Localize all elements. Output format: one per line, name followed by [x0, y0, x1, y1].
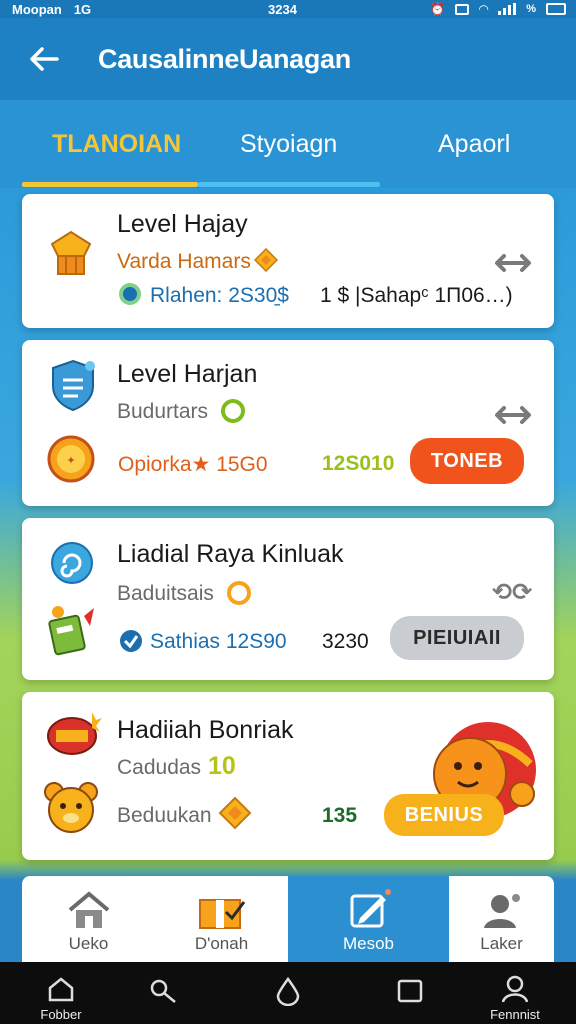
sys-nav-recent[interactable]	[355, 962, 465, 1024]
tab-tlanoian[interactable]: TLANOIAN	[52, 130, 181, 159]
stat-value: Sathias 12S90	[150, 630, 287, 653]
ticket-icon	[48, 606, 94, 656]
claim-button[interactable]: TONEB	[410, 438, 524, 484]
points-value: 3230	[322, 630, 369, 653]
card-subtitle: Varda Hamars	[117, 250, 251, 273]
tab-underline	[198, 182, 380, 187]
home-icon	[68, 891, 109, 928]
battery-icon	[546, 3, 566, 15]
network-text: 1G	[73, 1, 92, 17]
points-value: 135	[322, 804, 358, 827]
diamond-coin-icon	[218, 796, 252, 830]
crown-gem-icon	[50, 230, 92, 275]
check-badge-icon	[119, 283, 141, 305]
nav-item-gift[interactable]: D'onah	[155, 876, 288, 962]
reward-card-3[interactable]: Liadial Raya Kinluak Baduitsais ⟲⟳ Sathi…	[22, 518, 554, 680]
tab-styoiagn[interactable]: Styoiagn	[240, 130, 337, 159]
circle-status-icon	[227, 581, 251, 605]
sys-nav-search[interactable]	[108, 962, 218, 1024]
active-tab-indicator	[22, 182, 198, 187]
square-icon	[397, 979, 423, 1003]
card-subtitle: Cadudas	[117, 756, 202, 779]
signal-icon	[498, 3, 517, 15]
check-circle-icon	[120, 630, 142, 652]
stat-value: Opiorka★ 15G0	[118, 453, 268, 476]
claim-button[interactable]: PIEIUIAII	[390, 616, 524, 660]
back-button[interactable]	[26, 41, 62, 77]
ribbon-badge-icon	[47, 712, 102, 755]
card-title: Liadial Raya Kinluak	[117, 540, 344, 568]
nav-item-edit[interactable]: Mesob	[288, 876, 449, 962]
gift-box-icon	[198, 899, 245, 929]
tab-bar: TLANOIAN Styoiagn Apaorl	[0, 100, 576, 188]
sys-nav-drop[interactable]	[233, 962, 343, 1024]
subtitle-value: 10	[208, 752, 236, 780]
sys-nav-label: Fobber	[40, 1007, 82, 1022]
svg-text:✦: ✦	[66, 454, 75, 467]
card-title: Hadiiah Bonriak	[117, 716, 294, 744]
nav-label: Ueko	[68, 934, 109, 953]
battery-percent: %	[526, 3, 536, 15]
sys-nav-home[interactable]: Fobber	[6, 962, 116, 1024]
system-nav-bar: Fobber Fennnist	[0, 962, 576, 1024]
edit-icon	[350, 889, 391, 928]
home-outline-icon	[48, 977, 74, 1002]
refresh-icon[interactable]: ⟲⟳	[492, 578, 532, 607]
shield-list-icon	[52, 359, 95, 412]
nav-label: Mesob	[342, 934, 395, 953]
wifi-icon: ◠	[478, 2, 489, 16]
reward-card-2[interactable]: Level Harjan Budurtars ✦ Opiorka★ 15G0 1…	[22, 340, 554, 506]
sys-nav-person[interactable]: Fennnist	[460, 962, 570, 1024]
reward-card-1[interactable]: Level Hajay Varda Hamars Rlahen: 2S30̱$ …	[22, 194, 554, 328]
nav-label: D'onah	[194, 934, 249, 953]
profile-icon	[483, 894, 520, 928]
stat-value: Rlahen: 2S30̱$	[150, 284, 289, 307]
swap-arrows-icon[interactable]	[494, 252, 532, 274]
nav-item-profile[interactable]: Laker	[449, 876, 554, 962]
tab-apaorl[interactable]: Apaorl	[438, 130, 510, 159]
card-title: Level Harjan	[117, 360, 258, 388]
badge-star-icon: ✦	[47, 435, 95, 483]
card-subtitle: Baduitsais	[117, 582, 214, 605]
clock-text: 3234	[268, 1, 297, 17]
sim-icon	[454, 3, 469, 15]
alarm-icon: ⏰	[430, 2, 445, 16]
card-title: Level Hajay	[117, 210, 248, 238]
app-bar: CausalinneUanagan	[0, 18, 576, 100]
bonus-button[interactable]: BENIUS	[384, 794, 504, 836]
stat-label: Beduukan	[117, 804, 212, 827]
status-bar: Moopan 1G 3234 ⏰ ◠ %	[0, 0, 576, 18]
circle-status-icon	[221, 399, 245, 423]
swap-arrows-icon[interactable]	[494, 404, 532, 426]
card-subtitle: Budurtars	[117, 400, 209, 423]
arrow-left-icon	[30, 47, 59, 71]
app-title: CausalinneUanagan	[98, 43, 351, 74]
sys-nav-label: Fennnist	[490, 1007, 540, 1022]
reward-text: 1 $ |Sahapᶜ 1Π06…)	[320, 284, 513, 307]
reward-card-4[interactable]: Hadiiah Bonriak Cadudas 10 Beduukan 135 …	[22, 692, 554, 860]
bear-face-icon	[44, 782, 98, 833]
search-icon	[150, 979, 176, 1003]
points-value: 12S010	[322, 452, 395, 475]
swirl-icon	[51, 542, 93, 584]
nav-label: Laker	[480, 934, 523, 953]
bottom-nav: Ueko D'onah Mesob Laker	[22, 876, 554, 962]
nav-item-home[interactable]: Ueko	[22, 876, 155, 962]
carrier-text: Moopan	[12, 1, 62, 17]
person-icon	[501, 975, 529, 1003]
diamond-coin-icon	[254, 248, 278, 272]
drop-icon	[276, 976, 300, 1006]
